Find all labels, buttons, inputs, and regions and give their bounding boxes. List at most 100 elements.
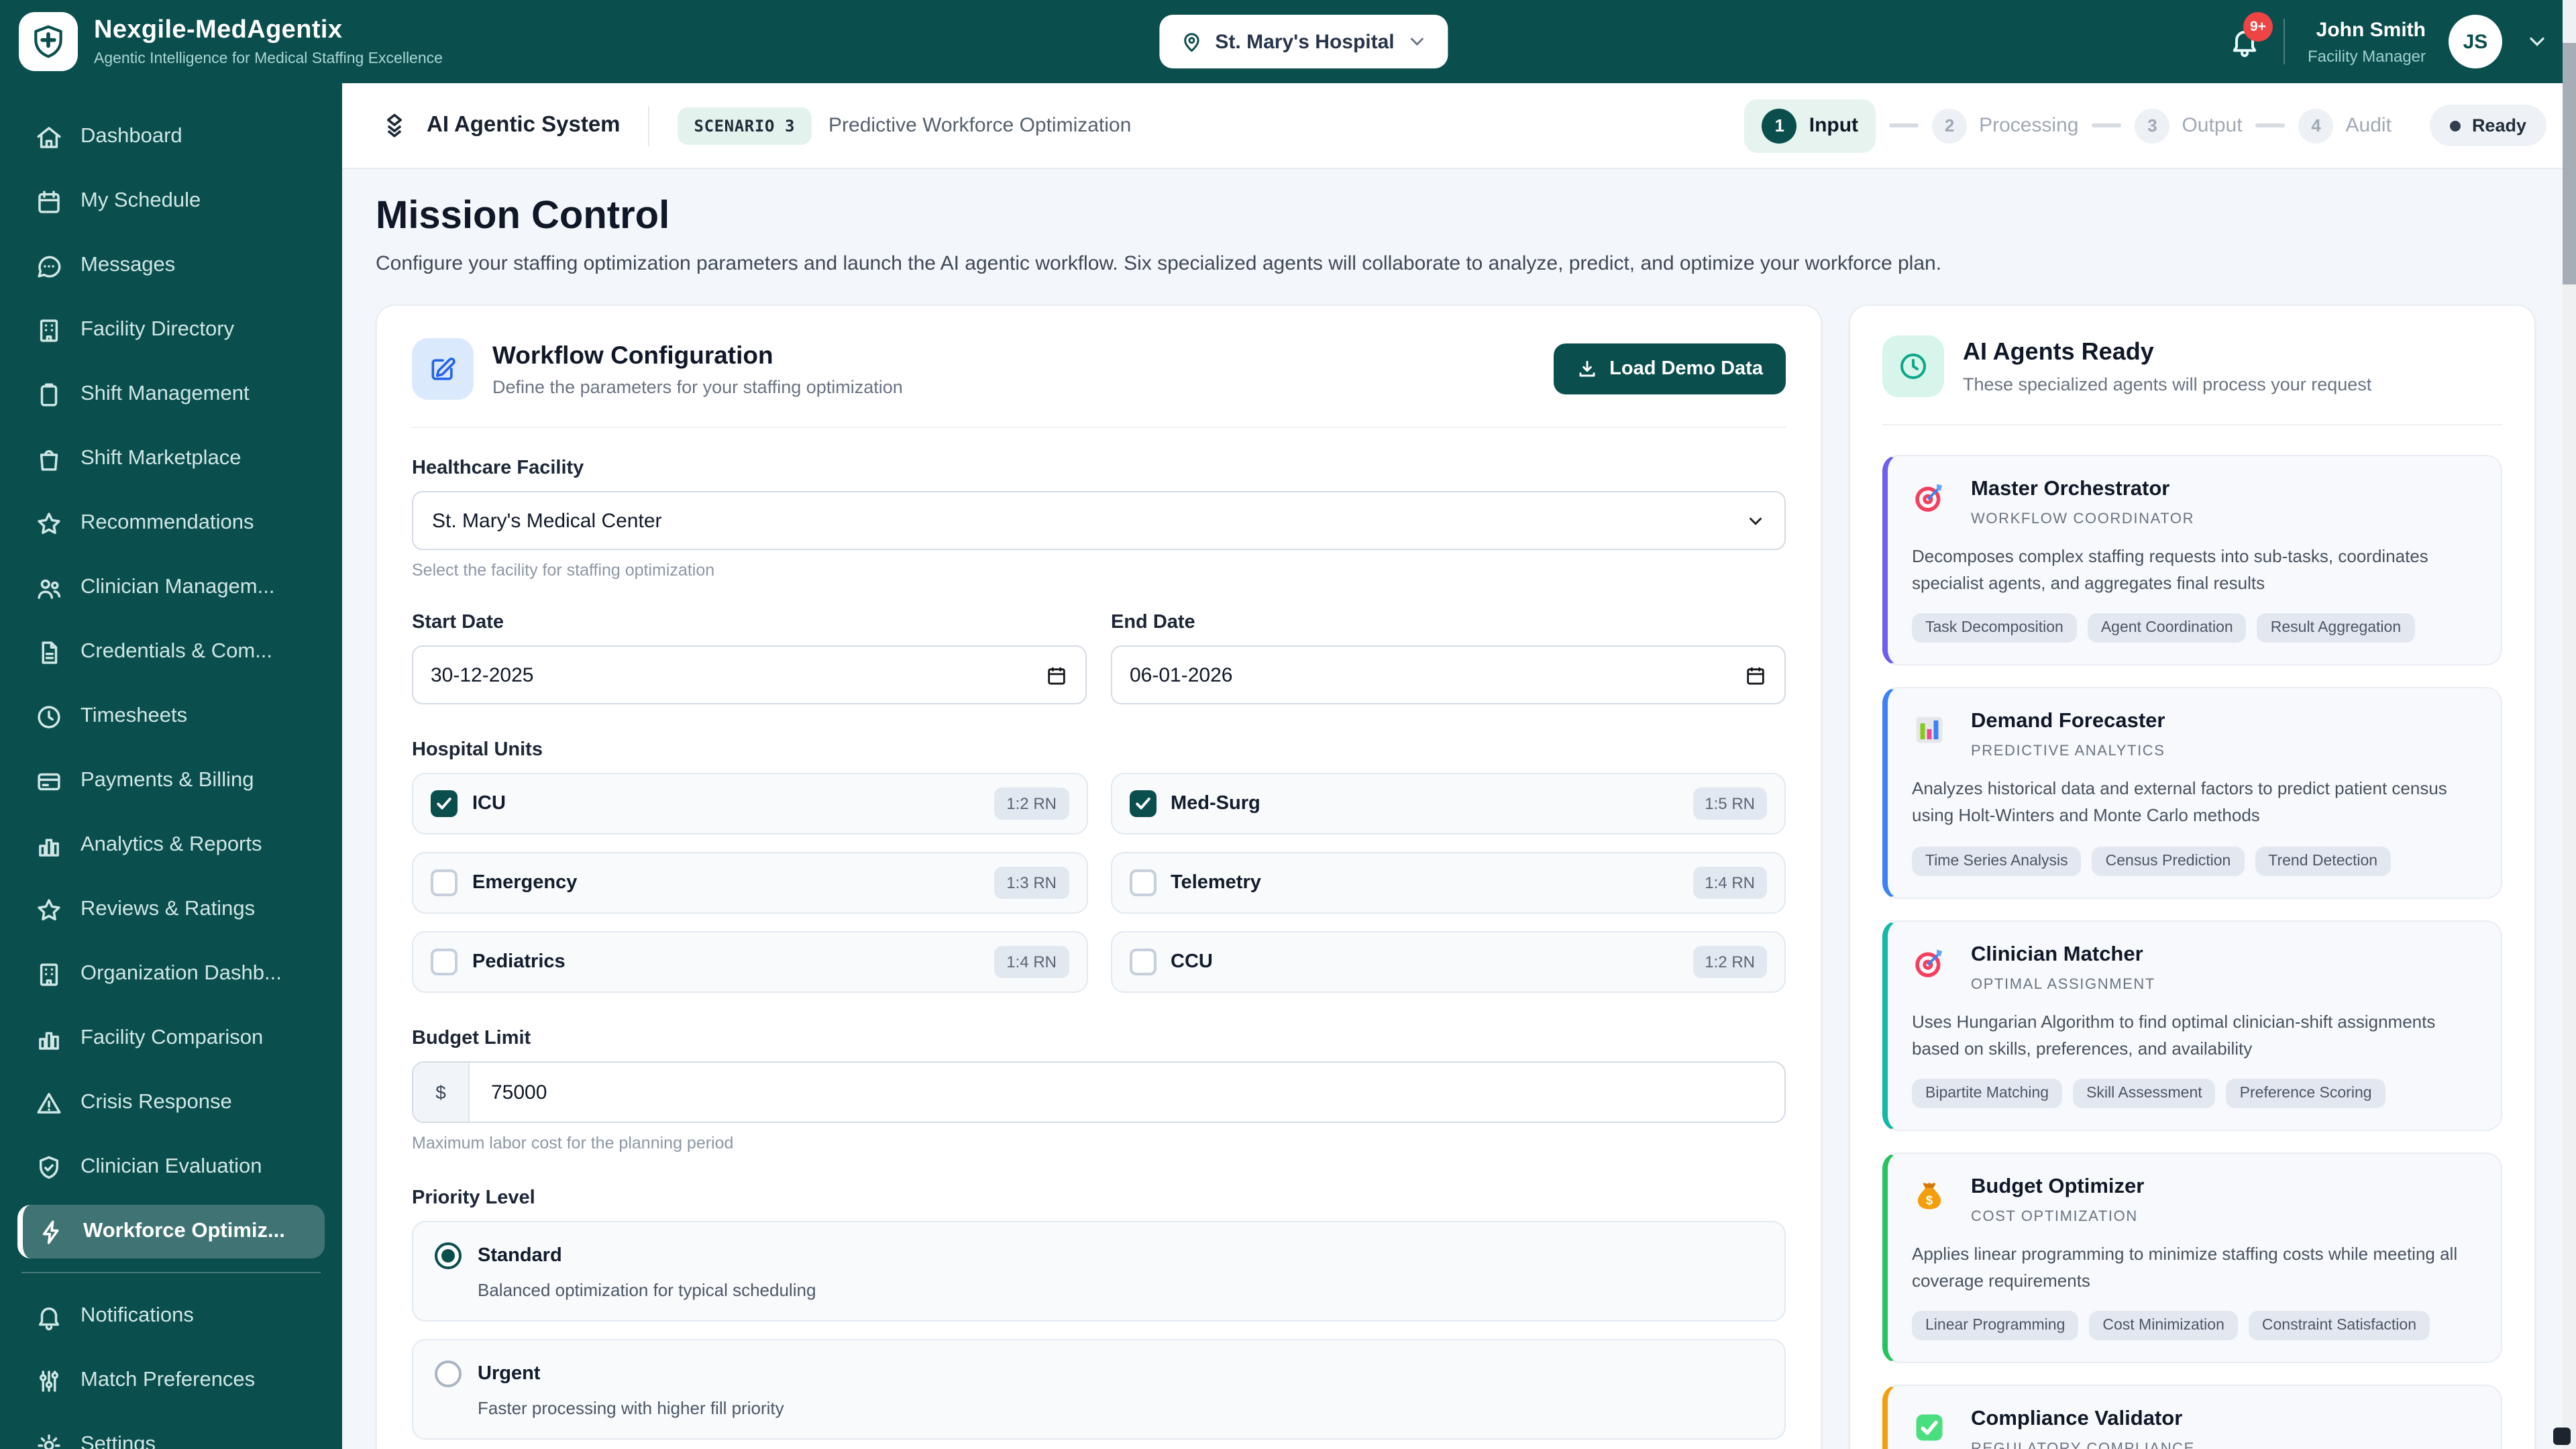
unit-option-telemetry[interactable]: Telemetry 1:4 RN — [1110, 852, 1786, 914]
sidebar-item-clinician-evaluation[interactable]: Clinician Evaluation — [17, 1140, 325, 1194]
budget-input[interactable]: $ 75000 — [412, 1061, 1786, 1123]
sidebar-item-credentials-com[interactable]: Credentials & Com... — [17, 625, 325, 679]
sidebar-item-organization-dashb[interactable]: Organization Dashb... — [17, 947, 325, 1001]
load-demo-data-label: Load Demo Data — [1609, 358, 1763, 380]
agent-tag: Task Decomposition — [1912, 613, 2077, 643]
priority-option-urgent[interactable]: Urgent Faster processing with higher fill… — [412, 1339, 1786, 1440]
gear-icon — [35, 1431, 63, 1449]
priority-options: Standard Balanced optimization for typica… — [412, 1221, 1786, 1449]
brand: Nexgile-MedAgentix Agentic Intelligence … — [0, 12, 443, 71]
agent-tag: Linear Programming — [1912, 1311, 2079, 1341]
start-date-label: Start Date — [412, 612, 504, 633]
end-date-label: End Date — [1111, 612, 1195, 633]
money-bag-icon: $ — [1912, 1178, 1955, 1213]
sidebar-item-payments-billing[interactable]: Payments & Billing — [17, 754, 325, 808]
zap-icon — [38, 1218, 66, 1246]
credit-card-icon — [35, 767, 63, 795]
page-scrollbar-thumb[interactable] — [2563, 43, 2576, 284]
agent-tag: Bipartite Matching — [1912, 1078, 2063, 1108]
step-audit[interactable]: 4 Audit — [2298, 108, 2392, 143]
unit-option-emergency[interactable]: Emergency 1:3 RN — [412, 852, 1087, 914]
sidebar-item-match-preferences[interactable]: Match Preferences — [17, 1354, 325, 1407]
radio-selected[interactable] — [435, 1242, 462, 1269]
end-date-input[interactable]: 06-01-2026 — [1111, 645, 1786, 704]
checkbox-checked[interactable] — [1129, 790, 1156, 817]
message-icon — [35, 252, 63, 280]
checkbox-unchecked[interactable] — [431, 869, 458, 896]
status-badge: Ready — [2430, 105, 2546, 146]
agent-name: Demand Forecaster — [1971, 710, 2165, 733]
facility-select-value: St. Mary's Medical Center — [432, 509, 662, 532]
step-input[interactable]: 1 Input — [1744, 99, 1876, 152]
end-date-value: 06-01-2026 — [1130, 663, 1233, 686]
sidebar-item-label: Facility Directory — [80, 318, 235, 341]
sidebar-item-dashboard[interactable]: Dashboard — [17, 110, 325, 164]
facility-selector[interactable]: St. Mary's Hospital — [1159, 15, 1448, 68]
sidebar-item-facility-comparison[interactable]: Facility Comparison — [17, 1012, 325, 1065]
step-processing[interactable]: 2 Processing — [1932, 108, 2078, 143]
priority-option-standard[interactable]: Standard Balanced optimization for typica… — [412, 1221, 1786, 1322]
step-label: Output — [2182, 114, 2243, 137]
agent-role: COST OPTIMIZATION — [1971, 1208, 2138, 1225]
sidebar-item-workforce-optimiz[interactable]: Workforce Optimiz... — [17, 1205, 325, 1258]
checkbox-unchecked[interactable] — [1129, 869, 1156, 896]
ai-agents-panel: AI Agents Ready These specialized agents… — [1849, 305, 2536, 1449]
sidebar-item-shift-management[interactable]: Shift Management — [17, 368, 325, 421]
agent-tags: Time Series Analysis Census Prediction Tre… — [1912, 846, 2477, 876]
sidebar-item-reviews-ratings[interactable]: Reviews & Ratings — [17, 883, 325, 936]
notifications-button[interactable]: 9+ — [2229, 12, 2273, 58]
sidebar-item-messages[interactable]: Messages — [17, 239, 325, 292]
agent-tag: Skill Assessment — [2073, 1078, 2216, 1108]
calendar-icon — [35, 187, 63, 215]
corner-badge — [2553, 1428, 2571, 1445]
checkbox-unchecked[interactable] — [431, 949, 458, 975]
radio-unselected[interactable] — [435, 1360, 462, 1387]
checkbox-checked[interactable] — [431, 790, 458, 817]
unit-ratio-badge: 1:3 RN — [994, 867, 1069, 899]
load-demo-data-button[interactable]: Load Demo Data — [1553, 343, 1786, 394]
user-role: Facility Manager — [2307, 46, 2426, 65]
avatar[interactable]: JS — [2449, 15, 2502, 68]
sidebar-item-analytics-reports[interactable]: Analytics & Reports — [17, 818, 325, 872]
facility-select[interactable]: St. Mary's Medical Center — [412, 491, 1786, 550]
unit-option-ccu[interactable]: CCU 1:2 RN — [1110, 931, 1786, 993]
layers-icon — [380, 111, 409, 140]
unit-option-pediatrics[interactable]: Pediatrics 1:4 RN — [412, 931, 1087, 993]
step-label: Processing — [1979, 114, 2079, 137]
sidebar-item-facility-directory[interactable]: Facility Directory — [17, 303, 325, 357]
sidebar-item-label: Analytics & Reports — [80, 833, 262, 856]
workflow-configuration-card: Workflow Configuration Define the parame… — [376, 305, 1822, 1449]
sidebar-item-notifications[interactable]: Notifications — [17, 1289, 325, 1343]
user-menu-chevron-icon[interactable] — [2525, 30, 2549, 54]
unit-name: Pediatrics — [472, 951, 566, 973]
sidebar-item-shift-marketplace[interactable]: Shift Marketplace — [17, 432, 325, 486]
unit-name: Telemetry — [1171, 872, 1261, 894]
sidebar-item-crisis-response[interactable]: Crisis Response — [17, 1076, 325, 1130]
clipboard-icon — [35, 380, 63, 409]
sidebar-item-my-schedule[interactable]: My Schedule — [17, 174, 325, 228]
download-icon — [1576, 358, 1597, 380]
header-right: 9+ John Smith Facility Manager JS — [2229, 12, 2576, 68]
shopping-bag-icon — [35, 445, 63, 473]
sidebar-item-clinician-managem[interactable]: Clinician Managem... — [17, 561, 325, 614]
priority-description: Faster processing with higher fill prior… — [478, 1398, 784, 1418]
step-output[interactable]: 3 Output — [2135, 108, 2243, 143]
currency-prefix: $ — [413, 1063, 470, 1122]
svg-text:$: $ — [1926, 1193, 1933, 1207]
main-topbar: AI Agentic System SCENARIO 3 Predictive … — [342, 83, 2576, 169]
agent-name: Compliance Validator — [1971, 1407, 2183, 1431]
sidebar-item-recommendations[interactable]: Recommendations — [17, 496, 325, 550]
checkbox-unchecked[interactable] — [1129, 949, 1156, 975]
unit-ratio-badge: 1:2 RN — [1693, 946, 1767, 978]
agents-panel-header: AI Agents Ready These specialized agents… — [1882, 335, 2502, 397]
shield-check-icon — [35, 1153, 63, 1181]
sidebar-item-settings[interactable]: Settings — [17, 1418, 325, 1449]
status-label: Ready — [2471, 115, 2526, 136]
unit-option-icu[interactable]: ICU 1:2 RN — [412, 773, 1087, 835]
sidebar-item-timesheets[interactable]: Timesheets — [17, 690, 325, 743]
star-icon — [35, 896, 63, 924]
unit-option-med-surg[interactable]: Med-Surg 1:5 RN — [1110, 773, 1786, 835]
start-date-input[interactable]: 30-12-2025 — [412, 645, 1087, 704]
page-scrollbar-track[interactable] — [2563, 0, 2576, 1449]
calendar-icon — [1045, 663, 1068, 686]
